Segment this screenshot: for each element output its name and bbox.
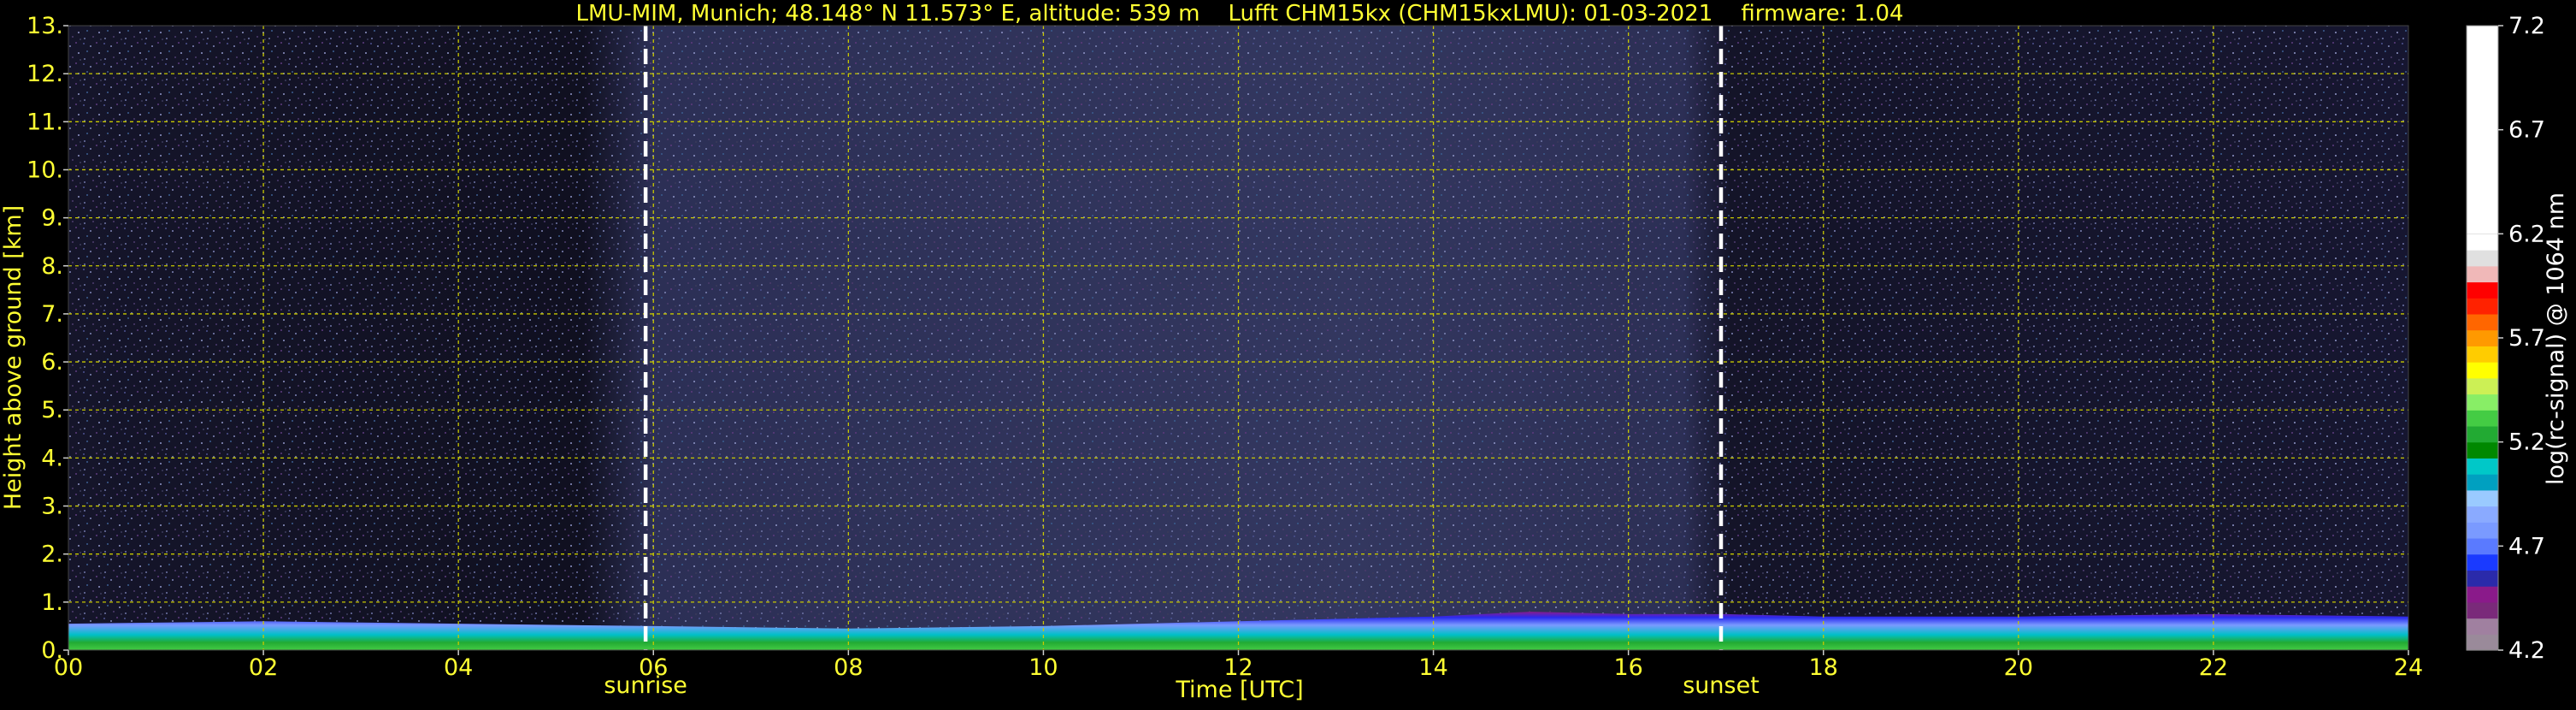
y-axis-label: Height above ground [km] bbox=[0, 205, 27, 510]
colorbar-step bbox=[2467, 570, 2498, 587]
colorbar-top bbox=[2467, 26, 2498, 234]
y-tick-label: 9. bbox=[41, 205, 63, 232]
signal-noise bbox=[68, 26, 2408, 650]
colorbar-step bbox=[2467, 329, 2498, 346]
colorbar-step bbox=[2467, 553, 2498, 571]
y-tick-label: 10. bbox=[27, 157, 63, 183]
y-tick-label: 12. bbox=[27, 61, 63, 87]
colorbar-step bbox=[2467, 377, 2498, 395]
colorbar-step bbox=[2467, 458, 2498, 475]
colorbar-tick-label: 4.2 bbox=[2508, 637, 2545, 664]
colorbar-step bbox=[2467, 346, 2498, 363]
colorbar-tick-label: 4.7 bbox=[2508, 533, 2545, 559]
colorbar-step bbox=[2467, 313, 2498, 331]
x-tick-label: 16 bbox=[1613, 654, 1642, 681]
colorbar-step bbox=[2467, 489, 2498, 507]
x-tick-label: 14 bbox=[1418, 654, 1447, 681]
colorbar-step bbox=[2467, 265, 2498, 283]
colorbar-step bbox=[2467, 601, 2498, 619]
colorbar-step bbox=[2467, 474, 2498, 491]
colorbar-step bbox=[2467, 250, 2498, 267]
x-tick-label: 02 bbox=[249, 654, 278, 681]
x-tick-label: 06 bbox=[639, 654, 668, 681]
y-tick-label: 2. bbox=[41, 541, 63, 568]
y-tick-label: 6. bbox=[41, 349, 63, 376]
y-tick-label: 7. bbox=[41, 301, 63, 328]
x-tick-label: 18 bbox=[1809, 654, 1838, 681]
colorbar-step bbox=[2467, 281, 2498, 299]
ceilometer-figure: sunrise sunset 00 02 04 06 08 10 12 14 16 18 20 22 24… bbox=[0, 0, 2576, 707]
x-tick-label: 04 bbox=[444, 654, 473, 681]
ceilometer-chart: sunrise sunset 00 02 04 06 08 10 12 14 16 18 20 22 24… bbox=[0, 1, 2569, 703]
y-tick-label: 8. bbox=[41, 253, 63, 280]
colorbar-label: log(rc-signal) @ 1064 nm bbox=[2543, 192, 2569, 485]
x-tick-label: 10 bbox=[1029, 654, 1058, 681]
colorbar-step bbox=[2467, 522, 2498, 539]
y-tick-label: 11. bbox=[27, 109, 63, 135]
colorbar-step bbox=[2467, 441, 2498, 459]
chart-title: LMU-MIM, Munich; 48.148° N 11.573° E, al… bbox=[575, 1, 1903, 27]
colorbar-step bbox=[2467, 298, 2498, 315]
colorbar-step bbox=[2467, 425, 2498, 443]
colorbar-step bbox=[2467, 410, 2498, 427]
colorbar-step bbox=[2467, 618, 2498, 635]
y-tick-label: 3. bbox=[41, 494, 63, 520]
x-tick-label: 22 bbox=[2199, 654, 2228, 681]
y-tick-label: 4. bbox=[41, 445, 63, 471]
colorbar-tick-label: 7.2 bbox=[2508, 13, 2545, 39]
colorbar-step bbox=[2467, 634, 2498, 651]
colorbar-tick-label: 6.2 bbox=[2508, 221, 2545, 247]
colorbar-step bbox=[2467, 537, 2498, 555]
colorbar-tick-label: 6.7 bbox=[2508, 117, 2545, 144]
sun-marker-label: sunset bbox=[1683, 672, 1760, 699]
colorbar-step bbox=[2467, 506, 2498, 523]
colorbar-step bbox=[2467, 234, 2498, 251]
colorbar: 4.2 4.7 5.2 5.7 6.2 6.7 7.2 bbox=[2466, 13, 2545, 664]
x-tick-label: 20 bbox=[2004, 654, 2033, 681]
y-tick-label: 5. bbox=[41, 397, 63, 423]
colorbar-tick-label: 5.7 bbox=[2508, 325, 2545, 352]
colorbar-tick-label: 5.2 bbox=[2508, 429, 2545, 456]
colorbar-step bbox=[2467, 393, 2498, 411]
x-axis-label: Time [UTC] bbox=[1175, 677, 1303, 703]
x-tick-label: 08 bbox=[834, 654, 863, 681]
colorbar-step bbox=[2467, 362, 2498, 379]
x-tick-label: 24 bbox=[2394, 654, 2423, 681]
y-axis: 0. 1. 2. 3. 4. 5. 6. 7. 8. 9. 10. 11. 12. 13. bbox=[27, 13, 68, 664]
y-tick-label: 13. bbox=[27, 13, 63, 39]
plot-area: sunrise sunset bbox=[68, 25, 2409, 699]
y-tick-label: 1. bbox=[41, 589, 63, 616]
y-tick-label: 0. bbox=[41, 637, 63, 664]
colorbar-step bbox=[2467, 586, 2498, 603]
